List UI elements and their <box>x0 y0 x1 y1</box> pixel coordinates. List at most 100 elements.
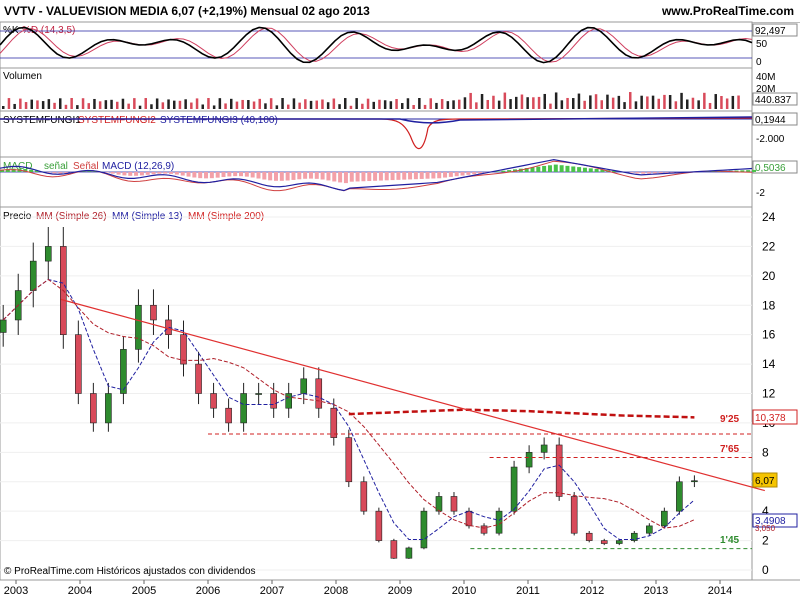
stoch-value: 92,497 <box>755 26 786 37</box>
systemfungi-tick-neg: -2.000 <box>756 134 785 145</box>
volume-bar-44 <box>252 101 256 109</box>
volume-bar-45 <box>258 98 261 109</box>
macd-hist-95 <box>553 164 558 172</box>
volume-bar-89 <box>509 99 512 109</box>
macd-hist-61 <box>355 172 360 182</box>
volume-bar-15 <box>87 103 90 109</box>
candle-body-32 <box>480 525 488 534</box>
volume-bar-28 <box>161 102 165 109</box>
macd-hist-5 <box>29 169 34 172</box>
volume-bar-72 <box>412 105 415 109</box>
macd-hist-24 <box>139 172 144 176</box>
candle-body-3 <box>44 246 52 262</box>
volume-bar-105 <box>600 100 603 109</box>
candle-body-6 <box>90 393 97 424</box>
stoch-tick-0: 0 <box>756 57 762 68</box>
volume-bar-126 <box>720 96 723 109</box>
candle-body-7 <box>105 393 112 424</box>
volume-bar-111 <box>634 101 638 109</box>
macd-hist-96 <box>559 165 564 172</box>
volume-bar-108 <box>617 95 621 109</box>
volume-bar-37 <box>212 105 216 109</box>
volume-bar-2 <box>13 103 16 109</box>
macd-hist-54 <box>314 172 319 179</box>
y-tick-0: 0 <box>762 563 769 577</box>
volume-bar-100 <box>572 98 575 109</box>
volume-bar-83 <box>475 102 478 109</box>
volume-bar-53 <box>304 99 307 109</box>
macd-hist-38 <box>221 172 226 178</box>
chart-canvas[interactable]: %K %D (14,3,5) Volumen SYSTEMFUNGI1 SYST… <box>0 0 800 600</box>
x-tick-2013: 2013 <box>644 585 668 597</box>
y-tick-2: 2 <box>762 534 769 548</box>
volume-bar-58 <box>332 98 336 109</box>
volume-bar-112 <box>640 95 643 109</box>
volume-bar-99 <box>566 97 569 109</box>
volume-bar-34 <box>195 98 199 109</box>
macd-hist-36 <box>209 172 214 179</box>
volume-bar-49 <box>281 98 284 109</box>
candle-body-38 <box>570 496 578 534</box>
candle-body-28 <box>420 510 428 549</box>
volume-bar-26 <box>150 104 153 109</box>
x-tick-2014: 2014 <box>708 585 732 597</box>
macd-hist-19 <box>110 172 115 174</box>
macd-hist-92 <box>536 166 541 172</box>
macd-hist-37 <box>215 172 220 178</box>
volume-bar-69 <box>395 99 398 109</box>
macd-hist-97 <box>565 165 570 172</box>
volume-bar-18 <box>104 100 108 109</box>
y-tick-24: 24 <box>762 210 776 224</box>
volume-bar-109 <box>623 102 626 109</box>
volume-bar-96 <box>549 103 552 109</box>
volume-bar-80 <box>458 99 461 109</box>
macd-hist-29 <box>169 172 174 174</box>
volume-bar-79 <box>452 100 455 109</box>
macd-hist-69 <box>402 172 407 180</box>
macd-hist-60 <box>349 172 354 182</box>
candle-body-13 <box>195 363 202 394</box>
volume-bar-82 <box>469 92 472 109</box>
time-x-axis: 2003 2004 2005 2006 2007 2008 2009 2010 2011 2012… <box>4 580 732 597</box>
candle-body-35 <box>525 452 533 468</box>
candle-body-34 <box>510 466 518 512</box>
macd-hist-32 <box>186 172 191 177</box>
macd-hist-30 <box>174 172 179 175</box>
candle-body-9 <box>135 304 142 350</box>
volume-bar-118 <box>674 101 678 109</box>
macd-hist-33 <box>192 172 197 178</box>
volume-bar-93 <box>532 97 535 109</box>
volume-bar-106 <box>606 94 609 109</box>
volume-bar-5 <box>30 99 33 109</box>
volume-bar-24 <box>138 105 142 109</box>
macd-hist-20 <box>116 172 121 175</box>
x-tick-2011: 2011 <box>516 585 540 597</box>
volume-bar-55 <box>315 100 318 109</box>
volume-bar-90 <box>515 96 518 109</box>
volume-bar-95 <box>543 93 546 109</box>
volume-bar-56 <box>321 99 324 109</box>
volume-bar-116 <box>663 94 666 109</box>
macd-hist-23 <box>134 172 139 176</box>
volume-bar-113 <box>646 96 649 109</box>
volume-bar-41 <box>235 101 239 109</box>
volume-bar-115 <box>657 98 660 109</box>
macd-hist-26 <box>151 172 156 175</box>
macd-hist-52 <box>303 172 308 179</box>
volume-bar-23 <box>133 98 136 109</box>
volume-bar-30 <box>173 100 176 109</box>
macd-hist-113 <box>658 172 663 174</box>
volume-bar-66 <box>378 99 381 109</box>
macd-hist-48 <box>279 172 284 181</box>
candle-body-0 <box>0 319 7 333</box>
volume-bar-14 <box>81 98 85 109</box>
macd-hist-27 <box>157 172 162 174</box>
candle-body-2 <box>29 260 37 291</box>
ma200-value: 10,378 <box>755 413 786 424</box>
volume-bar-124 <box>708 102 712 109</box>
macd-hist-35 <box>204 172 209 179</box>
macd-hist-75 <box>437 172 442 179</box>
volume-bar-128 <box>731 95 735 109</box>
macd-hist-81 <box>472 172 477 175</box>
x-tick-2012: 2012 <box>580 585 604 597</box>
